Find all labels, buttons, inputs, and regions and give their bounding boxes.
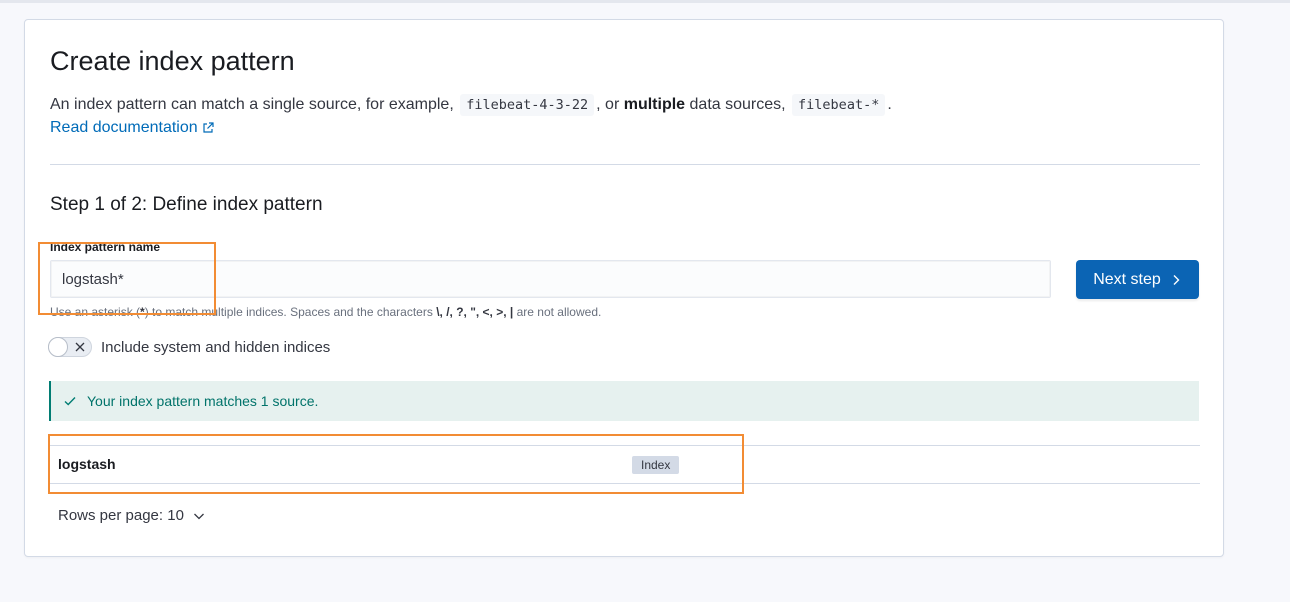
table-row-name: logstash xyxy=(58,456,116,472)
chevron-down-icon xyxy=(193,513,204,519)
page-description: An index pattern can match a single sour… xyxy=(50,93,892,117)
index-pattern-name-value: logstash* xyxy=(62,270,124,288)
description-text-2: , or xyxy=(596,96,620,113)
table-top-border xyxy=(50,445,1200,446)
top-border xyxy=(0,0,1290,3)
toggle-knob xyxy=(48,337,68,357)
example-code-single: filebeat-4-3-22 xyxy=(460,94,595,116)
check-icon xyxy=(64,397,76,406)
next-step-button[interactable]: Next step xyxy=(1076,260,1199,299)
description-bold: multiple xyxy=(623,96,686,113)
help-text-chars: \, /, ?, ", <, >, | xyxy=(436,305,514,319)
section-divider xyxy=(50,164,1200,165)
create-index-pattern-panel: Create index pattern An index pattern ca… xyxy=(24,19,1224,557)
page-title: Create index pattern xyxy=(50,46,295,76)
help-text-prefix: Use an asterisk ( xyxy=(50,305,141,319)
description-text-3: data sources, xyxy=(689,96,786,113)
example-code-multiple: filebeat-* xyxy=(792,94,886,116)
read-documentation-link[interactable]: Read documentation xyxy=(50,119,214,137)
table-bottom-border xyxy=(50,483,1200,484)
description-text-1: An index pattern can match a single sour… xyxy=(50,96,454,113)
index-pattern-help-text: Use an asterisk (*) to match multiple in… xyxy=(50,305,601,319)
close-icon xyxy=(75,342,85,352)
rows-per-page-label: Rows per page: 10 xyxy=(58,507,184,524)
callout-message: Your index pattern matches 1 source. xyxy=(87,393,319,409)
external-link-icon xyxy=(203,122,214,133)
include-hidden-indices-label: Include system and hidden indices xyxy=(101,339,331,356)
index-pattern-name-input[interactable]: logstash* xyxy=(50,260,1051,298)
description-text-4: . xyxy=(887,96,892,113)
step-title: Step 1 of 2: Define index pattern xyxy=(50,194,323,215)
help-text-middle: ) to match multiple indices. Spaces and … xyxy=(144,305,433,319)
read-documentation-label: Read documentation xyxy=(50,119,198,136)
help-text-suffix: are not allowed. xyxy=(516,305,602,319)
index-type-badge: Index xyxy=(632,456,680,474)
chevron-right-icon xyxy=(1173,274,1180,285)
match-success-callout: Your index pattern matches 1 source. xyxy=(49,381,1199,421)
include-hidden-indices-toggle[interactable] xyxy=(48,337,92,357)
index-pattern-name-label: Index pattern name xyxy=(50,240,161,254)
next-step-label: Next step xyxy=(1093,270,1161,288)
rows-per-page-button[interactable]: Rows per page: 10 xyxy=(58,507,205,524)
